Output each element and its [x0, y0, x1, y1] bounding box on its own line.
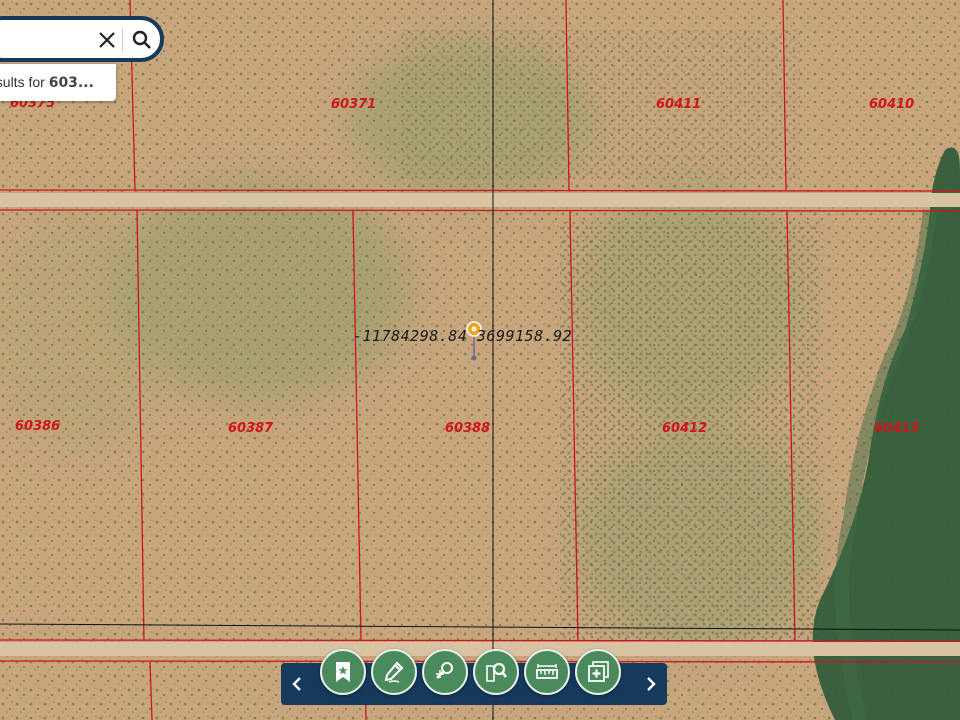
- document-search-icon: [486, 662, 508, 682]
- query-tool-button[interactable]: [473, 649, 519, 695]
- dense-shrubs-north: [400, 30, 800, 180]
- identify-icon: [436, 662, 453, 679]
- draw-tool-button[interactable]: [371, 649, 417, 695]
- search-bar[interactable]: [0, 16, 164, 62]
- close-icon[interactable]: [96, 29, 118, 51]
- chevron-right-icon[interactable]: [641, 674, 661, 694]
- parcel-label-60413: 60413: [874, 421, 919, 436]
- parcel-label-60387: 60387: [228, 421, 274, 436]
- add-data-tool-button[interactable]: [575, 649, 621, 695]
- bookmark-tool-button[interactable]: [320, 649, 366, 695]
- coordinate-readout: -11784298.84 3699158.92: [353, 327, 572, 345]
- parcel-label-60411: 60411: [656, 97, 701, 112]
- parcel-label-60386: 60386: [15, 419, 60, 434]
- toolbar: [281, 649, 667, 705]
- results-prefix: esults for: [0, 74, 45, 90]
- map-view[interactable]: 60375 60371 60411 60410 60386 60387 6038…: [0, 0, 960, 720]
- pencil-icon: [384, 661, 404, 683]
- parcel-label-60371: 60371: [331, 97, 376, 112]
- identify-tool-button[interactable]: [422, 649, 468, 695]
- parcel-label-60412: 60412: [662, 421, 707, 436]
- search-icon[interactable]: [130, 28, 154, 52]
- parcel-label-60388: 60388: [445, 421, 490, 436]
- chevron-left-icon[interactable]: [287, 674, 307, 694]
- ruler-icon: [536, 664, 558, 679]
- measure-tool-button[interactable]: [524, 649, 570, 695]
- search-divider: [122, 28, 123, 52]
- bookmark-icon: [336, 662, 350, 682]
- results-query: 603...: [48, 75, 94, 91]
- road-north: [0, 193, 960, 207]
- add-layers-icon: [588, 661, 609, 682]
- parcel-label-60410: 60410: [869, 97, 914, 112]
- search-results-hint[interactable]: esults for 603...: [0, 64, 116, 101]
